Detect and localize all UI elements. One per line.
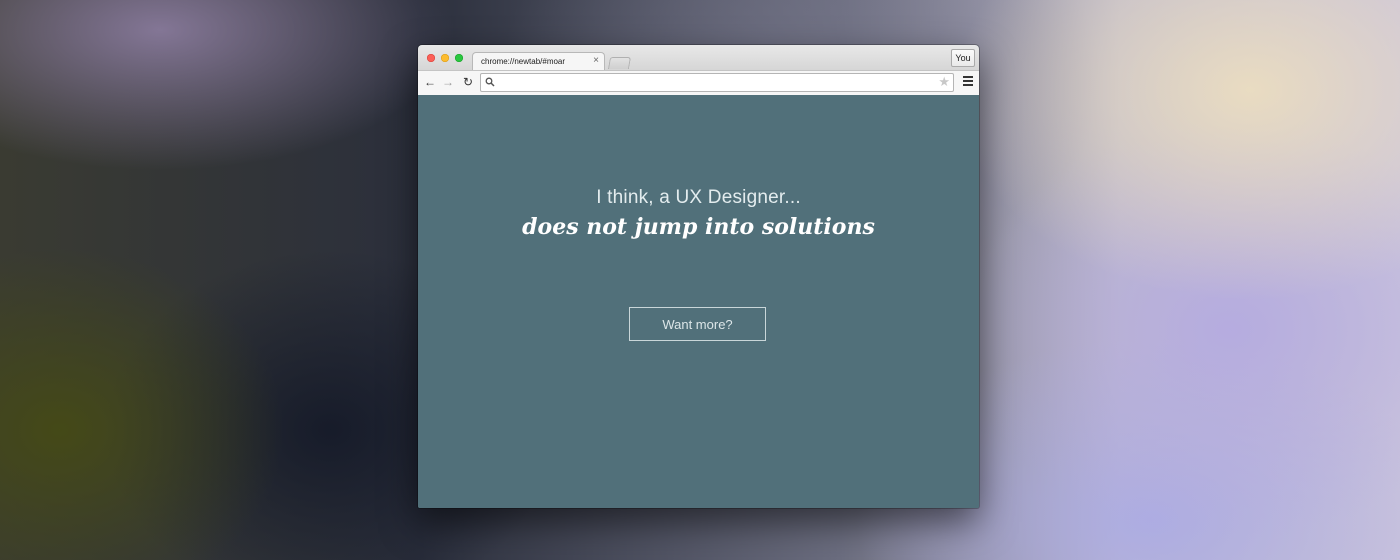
new-tab-button[interactable] — [607, 57, 632, 69]
minimize-window-icon[interactable] — [441, 54, 449, 62]
tagline: I think, a UX Designer... — [596, 187, 801, 208]
tab-strip: chrome://newtab/#moar × You — [418, 45, 979, 71]
back-icon[interactable]: ← — [423, 75, 437, 89]
bookmark-star-icon[interactable]: ★ — [938, 74, 950, 90]
headline: does not jump into solutions — [522, 214, 875, 240]
profile-button[interactable]: You — [951, 49, 975, 67]
browser-window: chrome://newtab/#moar × You ← → ↻ ★ I th… — [418, 45, 979, 508]
page-content: I think, a UX Designer... does not jump … — [418, 95, 979, 508]
tab-title: chrome://newtab/#moar — [481, 57, 566, 66]
zoom-window-icon[interactable] — [455, 54, 463, 62]
address-bar[interactable]: ★ — [480, 73, 954, 92]
forward-icon[interactable]: → — [441, 75, 455, 89]
want-more-button[interactable]: Want more? — [629, 307, 766, 341]
menu-icon[interactable] — [963, 76, 973, 88]
toolbar: ← → ↻ ★ — [418, 70, 979, 96]
reload-icon[interactable]: ↻ — [461, 75, 475, 89]
search-icon — [485, 77, 495, 87]
tab-close-icon[interactable]: × — [593, 55, 599, 67]
tab-active[interactable]: chrome://newtab/#moar × — [472, 52, 605, 71]
close-window-icon[interactable] — [427, 54, 435, 62]
